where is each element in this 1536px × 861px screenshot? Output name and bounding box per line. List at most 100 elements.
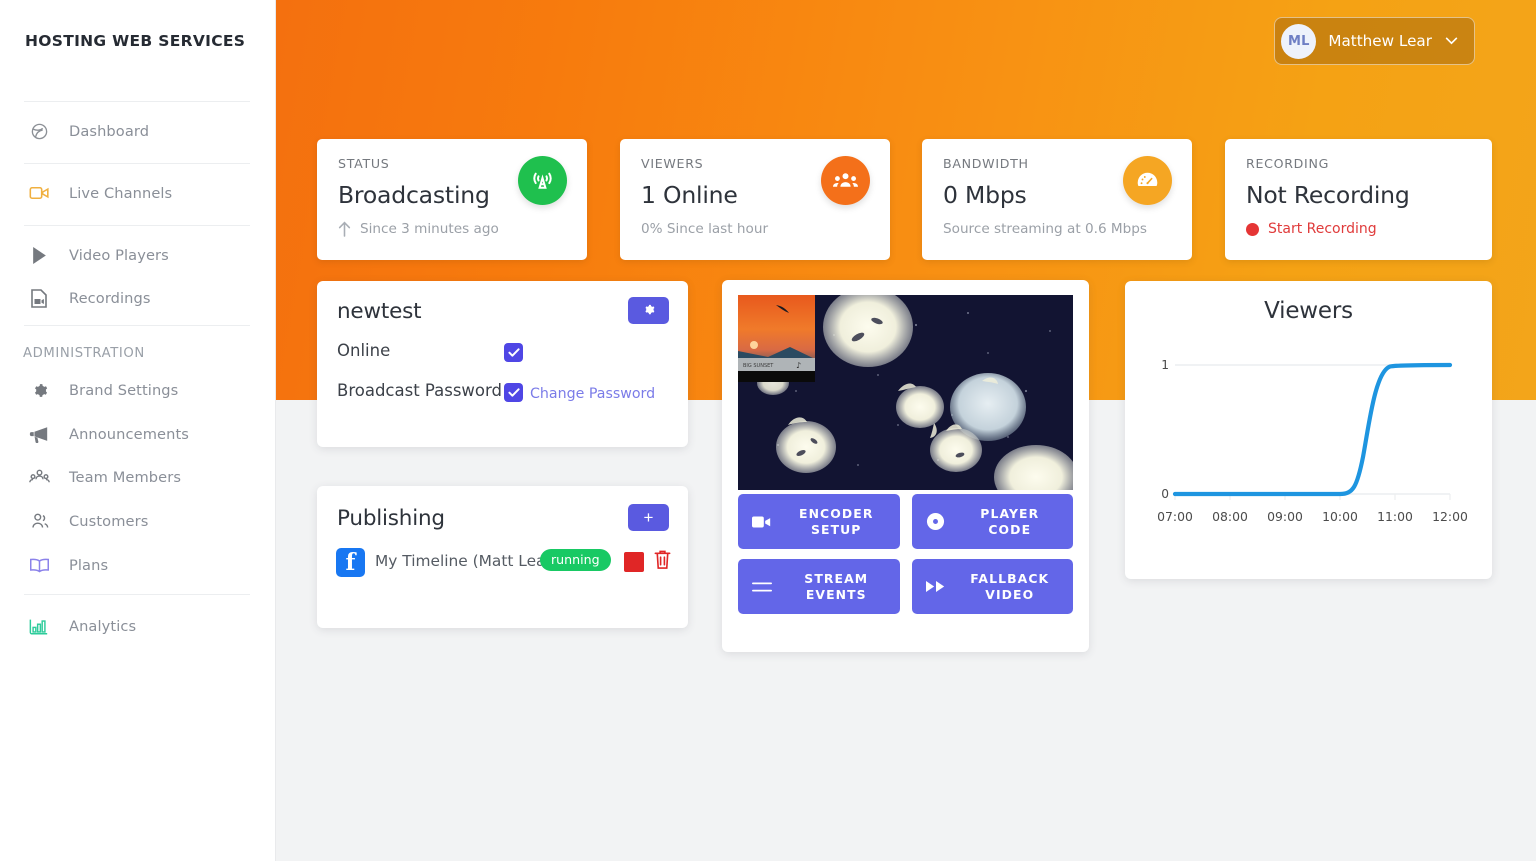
arrow-up-icon [338, 221, 351, 237]
book-icon [24, 552, 54, 578]
sidebar-divider [24, 225, 250, 226]
sidebar-item-label: Analytics [69, 617, 137, 635]
facebook-icon: f [336, 548, 365, 577]
stat-card-bandwidth: BANDWIDTH 0 Mbps Source streaming at 0.6… [922, 139, 1192, 260]
sidebar-item-label: Plans [69, 556, 109, 574]
start-recording-link[interactable]: Start Recording [1268, 221, 1377, 237]
megaphone-icon [24, 421, 54, 447]
channel-settings-card: newtest Online Broadcast Password [317, 281, 688, 447]
sidebar-item-team-members[interactable]: Team Members [24, 460, 252, 494]
broadcast-password-checkbox[interactable] [504, 383, 523, 402]
sidebar-item-plans[interactable]: Plans [24, 548, 252, 582]
player-code-label: PLAYER CODE [980, 506, 1040, 537]
viewers-series-line [1172, 362, 1453, 497]
chevron-down-icon [1445, 37, 1458, 45]
list-icon [752, 580, 772, 594]
sidebar-item-label: Customers [69, 512, 149, 530]
sidebar-divider [24, 101, 250, 102]
users-group-icon [821, 156, 870, 205]
encoder-setup-label: ENCODER SETUP [799, 506, 874, 537]
trash-icon[interactable] [653, 549, 672, 571]
sidebar-item-analytics[interactable]: Analytics [24, 609, 252, 643]
stat-card-recording: RECORDING Not Recording Start Recording [1225, 139, 1492, 260]
stat-subtext-label: 0% Since last hour [641, 221, 769, 237]
globe-icon [24, 118, 54, 144]
sidebar-item-live-channels[interactable]: Live Channels [24, 176, 252, 210]
publishing-card: Publishing + f My Timeline (Matt Lear) r… [317, 486, 688, 628]
stat-subtext: 0% Since last hour [641, 221, 870, 237]
sidebar-item-label: Brand Settings [69, 381, 179, 399]
sidebar-item-brand-settings[interactable]: Brand Settings [24, 373, 252, 407]
svg-text:BIG SUNSET: BIG SUNSET [743, 363, 774, 369]
online-label: Online [337, 341, 391, 360]
player-code-button[interactable]: PLAYER CODE [911, 494, 1073, 549]
stat-card-status: STATUS Broadcasting Since 3 minutes ago [317, 139, 587, 260]
fast-forward-icon [925, 580, 946, 593]
gauge-icon [1123, 156, 1172, 205]
add-destination-button[interactable]: + [628, 504, 669, 531]
sidebar-item-recordings[interactable]: Recordings [24, 281, 252, 315]
channel-name: newtest [337, 299, 422, 324]
dashboard-page: HOSTING WEB SERVICES Dashboard Live Chan… [0, 0, 1536, 861]
sidebar-item-announcements[interactable]: Announcements [24, 417, 252, 451]
publishing-title: Publishing [337, 506, 445, 531]
stat-subtext-label: Since 3 minutes ago [360, 221, 499, 237]
sidebar-item-dashboard[interactable]: Dashboard [24, 114, 252, 148]
x-tick-label: 12:00 [1432, 509, 1468, 524]
sidebar-item-video-players[interactable]: Video Players [24, 238, 252, 272]
sidebar-item-label: Video Players [69, 246, 169, 264]
encoder-setup-button[interactable]: ENCODER SETUP [738, 494, 900, 549]
file-video-icon [24, 285, 54, 311]
y-tick-label: 1 [1161, 358, 1169, 372]
sidebar-item-label: Announcements [69, 425, 189, 443]
sidebar-divider [24, 594, 250, 595]
x-tick-label: 10:00 [1322, 509, 1358, 524]
status-badge: running [540, 549, 611, 571]
brand-title: HOSTING WEB SERVICES [25, 32, 246, 50]
change-password-link[interactable]: Change Password [530, 386, 655, 402]
user-menu-button[interactable]: ML Matthew Lear [1274, 17, 1475, 65]
sidebar-section-administration: ADMINISTRATION [23, 346, 145, 361]
user-name: Matthew Lear [1328, 32, 1432, 50]
chart-title: Viewers [1264, 298, 1353, 324]
broadcast-tower-icon [518, 156, 567, 205]
gear-icon [24, 377, 54, 403]
stat-card-viewers: VIEWERS 1 Online 0% Since last hour [620, 139, 890, 260]
y-tick-label: 0 [1161, 487, 1169, 501]
video-camera-icon [24, 180, 54, 206]
stat-subtext-label: Source streaming at 0.6 Mbps [943, 221, 1147, 237]
sidebar-item-label: Team Members [69, 468, 182, 486]
online-checkbox[interactable] [504, 343, 523, 362]
stream-events-label: STREAM EVENTS [804, 571, 869, 602]
sidebar-item-label: Live Channels [69, 184, 173, 202]
fallback-video-button[interactable]: FALLBACK VIDEO [911, 559, 1073, 614]
stat-value: Not Recording [1246, 181, 1410, 209]
sidebar-divider [24, 163, 250, 164]
viewers-line-chart: 1 0 07:00 08:00 09:00 10:00 11:00 12:00 [1125, 337, 1492, 557]
stat-subtext: Since 3 minutes ago [338, 221, 567, 237]
video-camera-icon [752, 515, 772, 529]
stop-square-icon[interactable] [624, 552, 644, 572]
viewers-chart-card: Viewers 1 0 07:00 08:00 09:00 10:00 11:0… [1125, 281, 1492, 579]
stat-subtext: Start Recording [1246, 221, 1472, 237]
play-icon [24, 242, 54, 268]
user-pair-icon [24, 508, 54, 534]
video-preview[interactable]: BIG SUNSET ♪ [738, 295, 1073, 490]
x-tick-label: 09:00 [1267, 509, 1303, 524]
stream-preview-card: BIG SUNSET ♪ ENCODER SETUP PLAYER CODE S… [722, 280, 1089, 652]
sidebar-item-label: Recordings [69, 289, 151, 307]
sidebar-item-customers[interactable]: Customers [24, 504, 252, 538]
users-group-icon [24, 464, 54, 490]
record-dot-icon [1246, 222, 1259, 236]
channel-settings-button[interactable] [628, 297, 669, 324]
bar-chart-icon [24, 613, 54, 639]
stream-events-button[interactable]: STREAM EVENTS [738, 559, 900, 614]
stat-kicker: RECORDING [1246, 156, 1330, 171]
sidebar-item-label: Dashboard [69, 122, 150, 140]
stream-action-buttons: ENCODER SETUP PLAYER CODE STREAM EVENTS FAL… [738, 494, 1073, 614]
fallback-video-label: FALLBACK VIDEO [970, 571, 1050, 602]
sidebar-divider [24, 325, 250, 326]
publishing-destination-name: My Timeline (Matt Lear) [375, 552, 558, 570]
disc-icon [926, 512, 946, 531]
stat-subtext: Source streaming at 0.6 Mbps [943, 221, 1172, 237]
